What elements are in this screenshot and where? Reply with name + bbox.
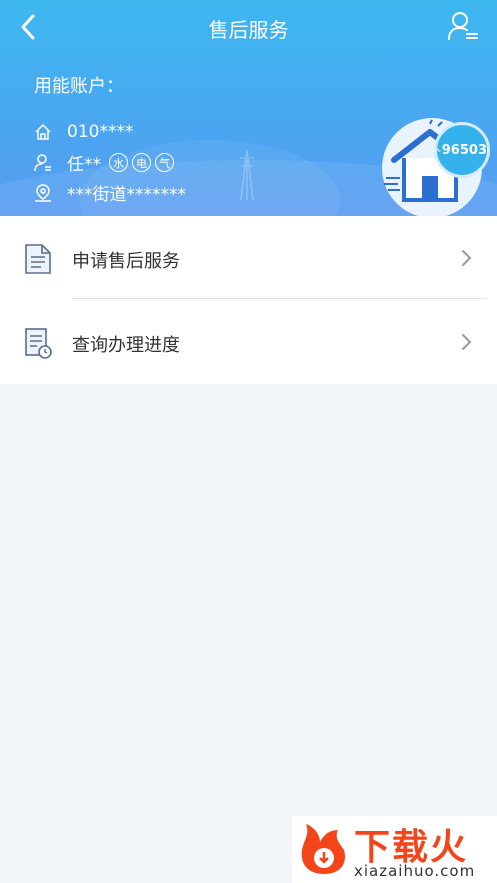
home-icon [35, 124, 51, 140]
utility-tag-electric: 电 [132, 153, 151, 172]
account-header: 售后服务 用能账户： 010**** 任** 水 电 气 ***街道******… [0, 0, 497, 216]
user-profile-button[interactable] [447, 10, 479, 42]
person-icon [34, 153, 51, 171]
menu-item-label: 查询办理进度 [72, 335, 180, 356]
divider [72, 298, 487, 299]
page-title: 售后服务 [208, 18, 289, 42]
flame-logo-icon [301, 824, 346, 874]
menu-item-label: 申请售后服务 [72, 251, 180, 272]
phone-icon [437, 148, 441, 152]
address: ***街道******* [67, 185, 186, 205]
address-row: ***街道******* [34, 180, 186, 205]
service-menu: 申请售后服务 查询办理进度 [0, 216, 497, 384]
hotline-badge[interactable]: 96503 [434, 122, 490, 178]
user-list-icon [448, 12, 478, 40]
account-id: 010**** [67, 122, 134, 142]
watermark: 下载火 xiazaihuo.com [292, 816, 497, 883]
utility-tags: 水 电 气 [105, 153, 174, 172]
utility-tag-water: 水 [109, 153, 128, 172]
account-id-row: 010**** [34, 122, 133, 142]
chevron-right-icon [462, 250, 472, 266]
query-progress-item[interactable]: 查询办理进度 [0, 300, 497, 384]
document-icon [25, 244, 51, 274]
watermark-domain: xiazaihuo.com [354, 862, 476, 880]
pylon-illustration [240, 150, 254, 200]
hotline-number: 96503 [441, 142, 487, 158]
chevron-right-icon [462, 334, 472, 350]
user-name: 任** [67, 155, 101, 175]
document-clock-icon [25, 328, 52, 359]
utility-tag-gas: 气 [155, 153, 174, 172]
apply-after-sales-item[interactable]: 申请售后服务 [0, 216, 497, 300]
user-name-row: 任** 水 电 气 [34, 150, 174, 175]
account-label: 用能账户： [34, 76, 124, 97]
location-pin-icon [35, 183, 51, 202]
